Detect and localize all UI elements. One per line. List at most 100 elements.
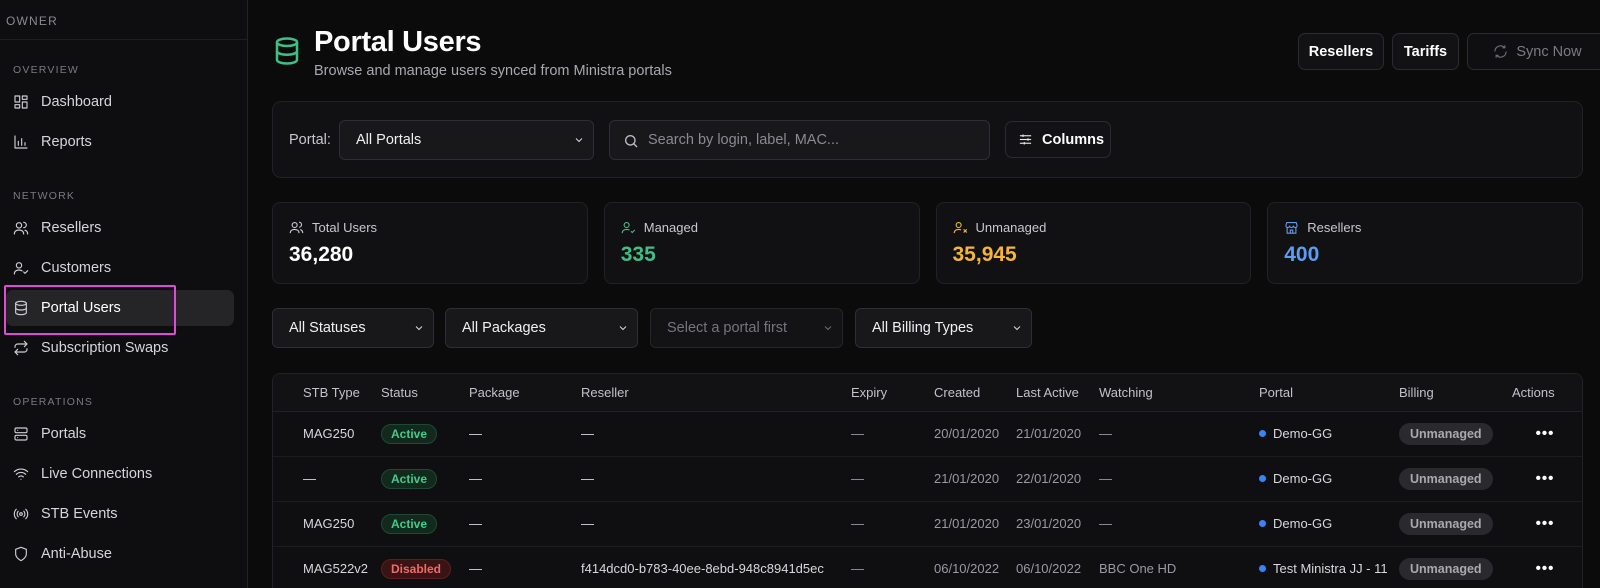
portal-dot-icon <box>1259 565 1266 572</box>
chevron-down-icon <box>1011 322 1023 334</box>
cell-reseller: f414dcd0-b783-40ee-8ebd-948c8941d5ec <box>581 546 851 588</box>
cell-status: Disabled <box>381 546 469 588</box>
portal-select[interactable]: All Portals <box>339 120 594 160</box>
portal-users-table: STB Type Status Package Reseller Expiry … <box>272 373 1583 588</box>
cell-package: — <box>469 456 581 502</box>
cell-portal: Demo-GG <box>1259 411 1399 457</box>
dashboard-icon <box>14 95 28 109</box>
more-actions-icon[interactable]: ••• <box>1536 425 1555 442</box>
cell-portal: Demo-GG <box>1259 456 1399 502</box>
cell-billing: Unmanaged <box>1399 501 1506 547</box>
cell-billing: Unmanaged <box>1399 546 1506 588</box>
stats-row: Total Users 36,280 Managed 335 Unmanaged… <box>272 202 1583 284</box>
stat-card-resellers: Resellers 400 <box>1267 202 1583 284</box>
tariffs-button[interactable]: Tariffs <box>1392 33 1459 70</box>
users-icon <box>13 221 29 235</box>
status-badge: Active <box>381 468 438 489</box>
sidebar-item-portals[interactable]: Portals <box>6 416 234 452</box>
table-row[interactable]: MAG250 Active — — — 21/01/2020 23/01/202… <box>273 501 1582 547</box>
billing-badge: Unmanaged <box>1399 467 1493 490</box>
table-header-row: STB Type Status Package Reseller Expiry … <box>273 374 1582 412</box>
more-actions-icon[interactable]: ••• <box>1536 560 1555 577</box>
cell-status: Active <box>381 501 469 547</box>
database-icon <box>272 36 302 66</box>
sidebar-item-stb-events[interactable]: STB Events <box>6 496 234 532</box>
sidebar-item-portal-users[interactable]: Portal Users <box>4 285 234 335</box>
status-filter-select[interactable]: All Statuses <box>272 308 434 348</box>
package-filter-select[interactable]: All Packages <box>445 308 638 348</box>
cell-billing: Unmanaged <box>1399 456 1506 502</box>
billing-badge: Unmanaged <box>1399 512 1493 535</box>
sidebar-item-label: Reports <box>41 134 92 150</box>
page-header: Portal Users Browse and manage users syn… <box>272 26 1600 86</box>
cell-reseller: — <box>581 411 851 457</box>
sidebar-item-customers[interactable]: Customers <box>6 250 234 286</box>
stat-label: Resellers <box>1307 220 1362 235</box>
sidebar: OWNER OVERVIEW Dashboard Reports NETWORK… <box>0 0 248 588</box>
billing-filter-value: All Billing Types <box>872 320 974 336</box>
column-header[interactable]: STB Type <box>303 374 381 412</box>
broadcast-icon <box>13 508 29 520</box>
columns-button[interactable]: Columns <box>1005 121 1111 158</box>
portal-name: Demo-GG <box>1273 426 1333 441</box>
sidebar-item-live-connections[interactable]: Live Connections <box>6 456 234 492</box>
cell-watching: BBC One HD <box>1099 546 1259 588</box>
stat-value: 36,280 <box>289 243 354 266</box>
column-header[interactable]: Expiry <box>851 374 934 412</box>
cell-package: — <box>469 501 581 547</box>
table-row[interactable]: MAG250 Active — — — 20/01/2020 21/01/202… <box>273 411 1582 457</box>
status-badge: Active <box>381 423 438 444</box>
cell-watching: — <box>1099 411 1259 457</box>
table-row[interactable]: — Active — — — 21/01/2020 22/01/2020 — D… <box>273 456 1582 502</box>
chevron-down-icon <box>822 322 834 334</box>
cell-last-active: 22/01/2020 <box>1016 456 1099 502</box>
cell-last-active: 23/01/2020 <box>1016 501 1099 547</box>
column-header[interactable]: Last Active <box>1016 374 1099 412</box>
column-header[interactable]: Watching <box>1099 374 1259 412</box>
column-header[interactable]: Reseller <box>581 374 851 412</box>
sidebar-item-reports[interactable]: Reports <box>6 124 234 160</box>
page-subtitle: Browse and manage users synced from Mini… <box>314 63 672 79</box>
server-icon <box>14 427 28 441</box>
cell-portal: Test Ministra JJ - 11 <box>1259 546 1399 588</box>
cell-watching: — <box>1099 456 1259 502</box>
search-input[interactable]: Search by login, label, MAC... <box>609 120 990 160</box>
column-header[interactable]: Package <box>469 374 581 412</box>
more-actions-icon[interactable]: ••• <box>1536 515 1555 532</box>
resellers-button[interactable]: Resellers <box>1298 33 1384 70</box>
column-header[interactable]: Status <box>381 374 469 412</box>
sidebar-item-label: Subscription Swaps <box>41 340 169 356</box>
column-header[interactable]: Created <box>934 374 1016 412</box>
stat-value: 35,945 <box>952 243 1017 266</box>
sidebar-item-label: Portals <box>41 426 87 442</box>
cell-status: Active <box>381 456 469 502</box>
cell-stb-type: MAG250 <box>303 411 381 457</box>
main-content: Portal Users Browse and manage users syn… <box>248 0 1600 588</box>
billing-badge: Unmanaged <box>1399 557 1493 580</box>
stat-card-managed: Managed 335 <box>603 202 920 284</box>
cell-portal: Demo-GG <box>1259 501 1399 547</box>
cell-actions: ••• <box>1506 411 1582 457</box>
cell-stb-type: MAG250 <box>303 501 381 547</box>
cell-actions: ••• <box>1506 501 1582 547</box>
table-row[interactable]: MAG522v2 Disabled — f414dcd0-b783-40ee-8… <box>273 546 1582 588</box>
cell-expiry: — <box>851 501 934 547</box>
tariff-filter-select-disabled: Select a portal first <box>650 308 843 348</box>
sidebar-item-anti-abuse[interactable]: Anti-Abuse <box>6 536 234 572</box>
users-icon <box>289 221 304 234</box>
stat-value: 400 <box>1284 243 1320 266</box>
stat-value: 335 <box>620 243 656 266</box>
sync-now-button[interactable]: Sync Now <box>1467 33 1600 70</box>
sidebar-item-subscription-swaps[interactable]: Subscription Swaps <box>6 330 234 366</box>
more-actions-icon[interactable]: ••• <box>1536 470 1555 487</box>
column-header[interactable]: Billing <box>1399 374 1506 412</box>
portal-dot-icon <box>1259 520 1266 527</box>
billing-filter-select[interactable]: All Billing Types <box>855 308 1032 348</box>
sidebar-item-dashboard[interactable]: Dashboard <box>6 84 234 120</box>
bar-chart-icon <box>14 135 28 149</box>
column-header[interactable]: Portal <box>1259 374 1399 412</box>
stat-card-total-users: Total Users 36,280 <box>272 202 588 284</box>
cell-created: 21/01/2020 <box>934 501 1016 547</box>
cell-expiry: — <box>851 411 934 457</box>
sidebar-item-resellers[interactable]: Resellers <box>6 210 234 246</box>
